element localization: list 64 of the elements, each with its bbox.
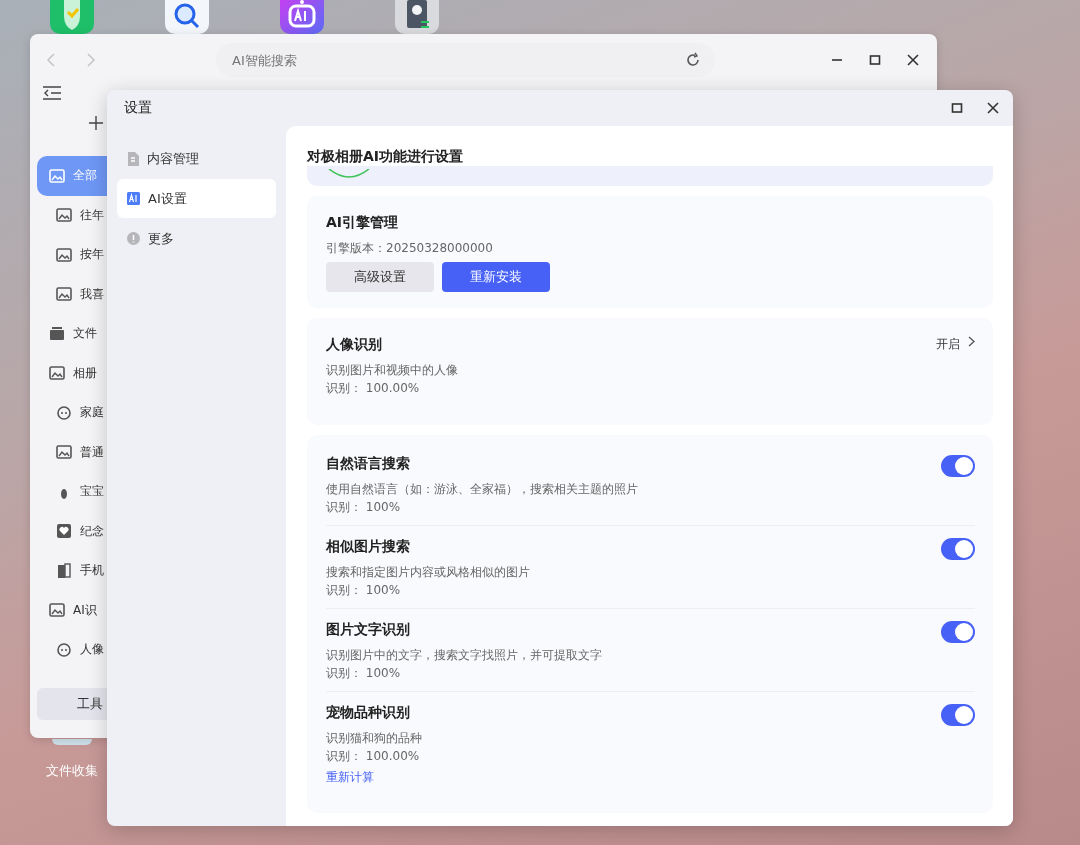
search-bar[interactable]: AI智能搜索 bbox=[216, 43, 715, 77]
engine-version: 引擎版本：20250328000000 bbox=[326, 240, 494, 257]
settings-nav-tab[interactable]: 内容管理 bbox=[117, 139, 276, 178]
search-input[interactable]: AI智能搜索 bbox=[230, 51, 685, 69]
phone-icon bbox=[56, 562, 72, 579]
sidebar-item[interactable]: AI识 bbox=[37, 590, 114, 630]
feature-toggle[interactable] bbox=[941, 455, 975, 477]
ai-robot-app-icon[interactable] bbox=[280, 0, 324, 34]
add-icon[interactable] bbox=[89, 116, 103, 130]
feature-title: 自然语言搜索 bbox=[326, 455, 411, 473]
feature-description: 搜索和指定图片内容或风格相似的图片 bbox=[326, 564, 530, 581]
feature-title: 宠物品种识别 bbox=[326, 704, 411, 722]
recognition-rate: 识别： 100.00% bbox=[326, 380, 421, 397]
disk-app-icon[interactable] bbox=[395, 0, 439, 34]
frame-icon bbox=[56, 444, 72, 461]
advanced-settings-button[interactable]: 高级设置 bbox=[326, 262, 434, 292]
maximize-icon[interactable] bbox=[951, 102, 963, 114]
close-icon[interactable] bbox=[907, 54, 919, 66]
feature-description: 识别图片中的文字，搜索文字找照片，并可提取文字 bbox=[326, 647, 602, 664]
feature-title: 人像识别 bbox=[326, 336, 383, 354]
refresh-search-icon[interactable] bbox=[685, 52, 701, 68]
reinstall-button[interactable]: 重新安装 bbox=[442, 262, 550, 292]
collapse-sidebar-icon[interactable] bbox=[43, 86, 61, 100]
recalculate-link[interactable]: 重新计算 bbox=[326, 769, 422, 786]
face-icon bbox=[56, 641, 72, 658]
maximize-icon[interactable] bbox=[869, 54, 881, 66]
sidebar-item[interactable]: 往年 bbox=[37, 195, 114, 235]
feature-toggle[interactable] bbox=[941, 621, 975, 643]
sidebar-item[interactable]: 宝宝 bbox=[37, 472, 114, 512]
sidebar-item[interactable]: 文件 bbox=[37, 314, 114, 354]
card-title: AI引擎管理 bbox=[326, 214, 400, 232]
sidebar-item[interactable]: 手机 bbox=[37, 551, 114, 591]
dialog-title: 设置 bbox=[124, 99, 153, 117]
sidebar-item[interactable]: 人像 bbox=[37, 630, 114, 670]
sidebar-item[interactable]: 家庭 bbox=[37, 393, 114, 433]
chevron-right-icon bbox=[968, 336, 975, 347]
recognition-rate: 识别： 100% bbox=[326, 582, 402, 599]
folder-icon bbox=[49, 325, 65, 342]
photos-icon bbox=[49, 167, 65, 184]
feature-title: 相似图片搜索 bbox=[326, 538, 411, 556]
feature-toggle[interactable] bbox=[941, 704, 975, 726]
settings-nav-tab[interactable]: AI设置 bbox=[117, 179, 276, 218]
status-link[interactable]: 开启 bbox=[936, 336, 975, 397]
sidebar-item[interactable]: 我喜 bbox=[37, 274, 114, 314]
magnifier-app-icon[interactable] bbox=[165, 0, 209, 34]
sidebar-item[interactable]: 按年 bbox=[37, 235, 114, 275]
recognition-rate: 识别： 100% bbox=[326, 499, 402, 516]
info-icon bbox=[127, 232, 140, 245]
feature-toggle[interactable] bbox=[941, 538, 975, 560]
settings-nav-tab[interactable]: 更多 bbox=[117, 219, 276, 258]
feature-description: 使用自然语言（如：游泳、全家福），搜索相关主题的照片 bbox=[326, 481, 638, 498]
feature-description: 识别图片和视频中的人像 bbox=[326, 362, 458, 379]
sidebar-item[interactable]: 普通 bbox=[37, 432, 114, 472]
feature-title: 图片文字识别 bbox=[326, 621, 411, 639]
section-heading: 对极相册AI功能进行设置 bbox=[307, 148, 993, 166]
frame-icon bbox=[56, 207, 72, 224]
ai-badge-icon bbox=[127, 192, 140, 205]
sidebar-item[interactable]: 相册 bbox=[37, 353, 114, 393]
recognition-rate: 识别： 100.00% bbox=[326, 748, 421, 765]
recognition-rate: 识别： 100% bbox=[326, 665, 402, 682]
feature-description: 识别猫和狗的品种 bbox=[326, 730, 422, 747]
sidebar-item[interactable]: 纪念 bbox=[37, 511, 114, 551]
document-icon bbox=[127, 151, 139, 166]
close-icon[interactable] bbox=[987, 102, 999, 114]
